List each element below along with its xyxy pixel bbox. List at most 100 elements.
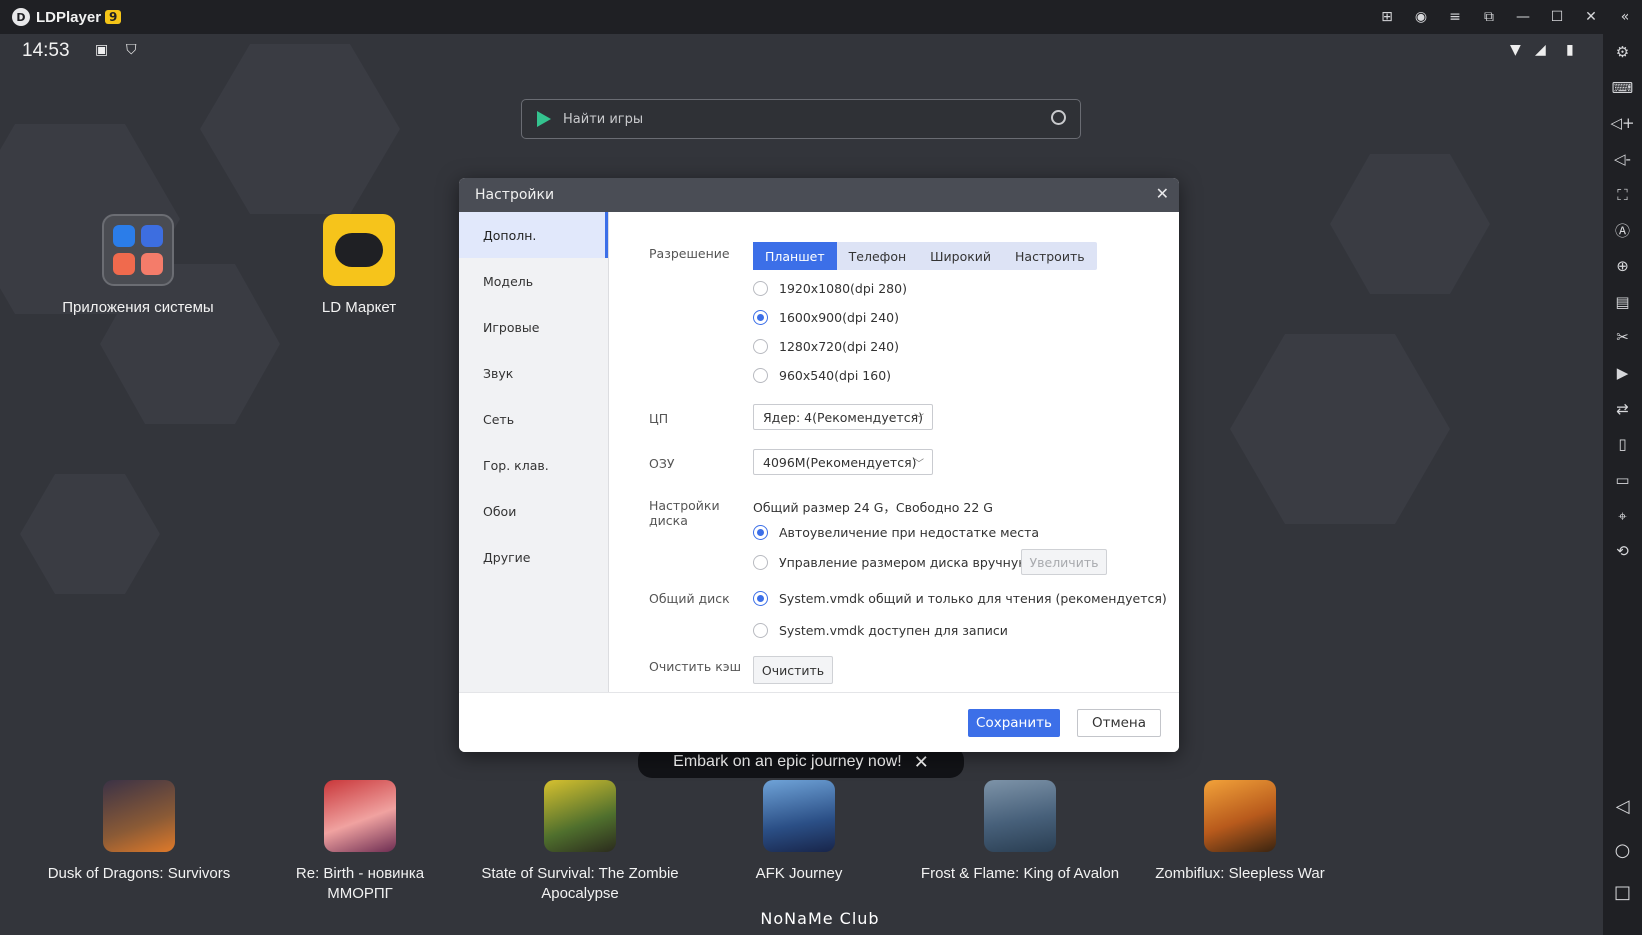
scissors-icon[interactable]: ✂: [1603, 320, 1642, 356]
rotate-icon[interactable]: ⟲: [1603, 534, 1642, 570]
disk-manual-option[interactable]: Управление размером диска вручную: [753, 555, 1029, 570]
game-icon: [324, 780, 396, 852]
resolution-option[interactable]: 1920x1080(dpi 280): [753, 281, 907, 296]
sidebar-item-model[interactable]: Модель: [459, 258, 608, 304]
resolution-option[interactable]: 1600x900(dpi 240): [753, 310, 899, 325]
battery-icon: ▮: [1566, 42, 1574, 58]
record-icon[interactable]: ▶: [1603, 355, 1642, 391]
radio-button[interactable]: [753, 525, 768, 540]
settings-content: Разрешение Планшет Телефон Широкий Настр…: [610, 212, 1179, 692]
search-placeholder: Найти игры: [563, 111, 644, 127]
app-label: Приложения системы: [62, 299, 214, 316]
radio-button[interactable]: [753, 555, 768, 570]
ram-select[interactable]: 4096M(Рекомендуется) ﹀: [753, 449, 933, 475]
radio-button[interactable]: [753, 310, 768, 325]
clear-cache-button[interactable]: Очистить: [753, 656, 833, 684]
shared-disk-writable-option[interactable]: System.vmdk доступен для записи: [753, 623, 1008, 638]
close-icon[interactable]: ✕: [1574, 0, 1608, 34]
game-state-of-survival[interactable]: State of Survival: The Zombie Apocalypse: [480, 780, 680, 904]
volume-down-icon[interactable]: ◁-: [1603, 141, 1642, 177]
bg-hexagon: [20, 474, 160, 594]
chevron-down-icon: ﹀: [914, 414, 924, 425]
game-re-birth[interactable]: Re: Birth - новинка ММОРПГ: [270, 780, 450, 904]
ram-label: ОЗУ: [649, 456, 675, 471]
sidebar-item-hotkeys[interactable]: Гор. клав.: [459, 442, 608, 488]
keyboard-icon[interactable]: ⌨: [1603, 70, 1642, 106]
google-play-icon: [537, 111, 551, 127]
radio-button[interactable]: [753, 368, 768, 383]
disk-auto-expand-option[interactable]: Автоувеличение при недостатке места: [753, 525, 1039, 540]
banner-close-icon[interactable]: ✕: [914, 752, 929, 773]
macro-icon[interactable]: Ⓐ: [1603, 212, 1642, 248]
resolution-option[interactable]: 960x540(dpi 160): [753, 368, 891, 383]
app-logo: D LDPlayer 9: [12, 8, 122, 26]
account-icon[interactable]: ◉: [1404, 0, 1438, 34]
cancel-button[interactable]: Отмена: [1077, 709, 1161, 737]
radio-button[interactable]: [753, 339, 768, 354]
collapse-sidebar-icon[interactable]: «: [1608, 0, 1642, 34]
promo-text: Embark on an epic journey now!: [673, 753, 902, 770]
game-icon: [984, 780, 1056, 852]
minimize-icon[interactable]: —: [1506, 0, 1540, 34]
game-search-bar[interactable]: Найти игры: [521, 99, 1081, 139]
tab-phone[interactable]: Телефон: [837, 242, 919, 270]
tab-tablet[interactable]: Планшет: [753, 242, 837, 270]
watermark: NoNaMe Club: [760, 909, 880, 928]
recents-icon[interactable]: □: [1603, 882, 1642, 903]
tab-custom[interactable]: Настроить: [1003, 242, 1097, 270]
settings-dialog: Настройки ✕ Дополн. Модель Игровые Звук …: [459, 178, 1179, 752]
dialog-title: Настройки: [475, 187, 555, 203]
game-dusk-of-dragons[interactable]: Dusk of Dragons: Survivors: [29, 780, 249, 884]
menu-icon[interactable]: ≡: [1438, 0, 1472, 34]
resolution-label: Разрешение: [649, 246, 730, 261]
sync-icon[interactable]: ⇄: [1603, 391, 1642, 427]
sidebar-item-network[interactable]: Сеть: [459, 396, 608, 442]
signal-icon: ◢: [1535, 42, 1546, 58]
save-button[interactable]: Сохранить: [968, 709, 1060, 737]
chevron-down-icon: ﹀: [914, 459, 924, 470]
game-icon: [1204, 780, 1276, 852]
clear-cache-label: Очистить кэш: [649, 659, 742, 674]
tab-wide[interactable]: Широкий: [918, 242, 1003, 270]
volume-up-icon[interactable]: ◁+: [1603, 105, 1642, 141]
game-afk-journey[interactable]: AFK Journey: [709, 780, 889, 884]
shared-disk-readonly-option[interactable]: System.vmdk общий и только для чтения (р…: [753, 591, 1167, 606]
sidebar-item-gaming[interactable]: Игровые: [459, 304, 608, 350]
radio-button[interactable]: [753, 623, 768, 638]
ld-market-icon: [323, 214, 395, 286]
settings-gear-icon[interactable]: ⚙: [1603, 34, 1642, 70]
cpu-select[interactable]: Ядер: 4(Рекомендуется) ﹀: [753, 404, 933, 430]
apk-install-icon[interactable]: ▤: [1603, 284, 1642, 320]
folder-icon[interactable]: ▭: [1603, 462, 1642, 498]
gamepad-icon[interactable]: ⊞: [1370, 0, 1404, 34]
system-apps-folder-icon: [102, 214, 174, 286]
app-system-apps[interactable]: Приложения системы: [48, 214, 228, 318]
resolution-option[interactable]: 1280x720(dpi 240): [753, 339, 899, 354]
game-zombiflux[interactable]: Zombiflux: Sleepless War: [1140, 780, 1340, 884]
radio-button[interactable]: [753, 281, 768, 296]
app-ld-market[interactable]: LD Маркет: [269, 214, 449, 318]
sidebar-item-wallpaper[interactable]: Обои: [459, 488, 608, 534]
screenshot-icon[interactable]: ⛶: [1603, 177, 1642, 213]
wifi-icon: ▼: [1510, 42, 1521, 58]
game-frost-and-flame[interactable]: Frost & Flame: King of Avalon: [920, 780, 1120, 884]
increase-disk-button[interactable]: Увеличить: [1021, 549, 1107, 575]
multi-instance-icon[interactable]: ⊕: [1603, 248, 1642, 284]
sidebar-item-sound[interactable]: Звук: [459, 350, 608, 396]
game-label: Re: Birth - новинка ММОРПГ: [295, 865, 425, 902]
search-icon[interactable]: [1051, 110, 1066, 125]
dialog-close-icon[interactable]: ✕: [1156, 184, 1169, 203]
location-icon[interactable]: ⌖: [1603, 498, 1642, 534]
right-toolbar: ⚙ ⌨ ◁+ ◁- ⛶ Ⓐ ⊕ ▤ ✂ ▶ ⇄ ▯ ▭ ⌖ ⟲ ◁ ○ □: [1603, 34, 1642, 935]
sidebar-item-advanced[interactable]: Дополн.: [459, 212, 608, 258]
dialog-title-bar: Настройки: [459, 178, 1179, 212]
maximize-icon[interactable]: ☐: [1540, 0, 1574, 34]
radio-button[interactable]: [753, 591, 768, 606]
popout-icon[interactable]: ⧉: [1472, 0, 1506, 34]
version-badge: 9: [105, 10, 122, 24]
game-label: State of Survival: The Zombie Apocalypse: [481, 865, 679, 902]
home-icon[interactable]: ○: [1603, 840, 1642, 861]
sidebar-item-other[interactable]: Другие: [459, 534, 608, 580]
back-icon[interactable]: ◁: [1603, 796, 1642, 817]
shake-icon[interactable]: ▯: [1603, 427, 1642, 463]
